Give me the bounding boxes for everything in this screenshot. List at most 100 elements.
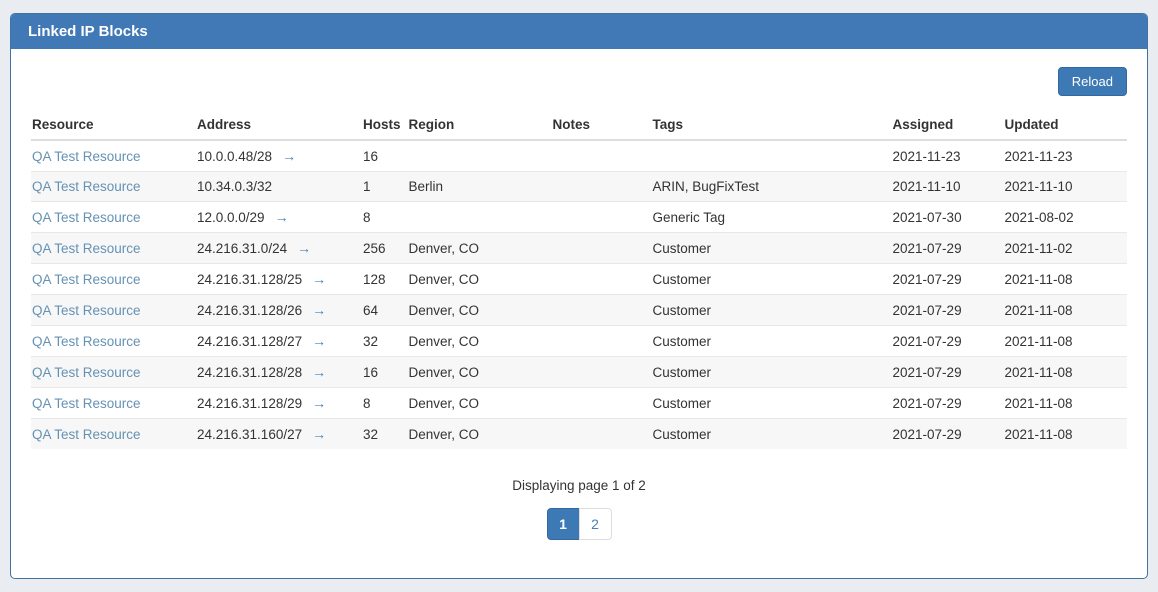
assigned-cell: 2021-07-29 (893, 295, 1005, 326)
table-header: ResourceAddressHostsRegionNotesTagsAssig… (31, 110, 1127, 140)
resource-link[interactable]: QA Test Resource (32, 210, 141, 225)
arrow-right-icon[interactable]: → (312, 271, 326, 287)
table-row: QA Test Resource24.216.31.128/28→16Denve… (31, 357, 1127, 388)
updated-cell: 2021-11-10 (1005, 172, 1127, 202)
region-cell: Denver, CO (409, 419, 553, 450)
address-text: 24.216.31.0/24 (197, 241, 287, 256)
address-cell: 12.0.0.0/29→ (197, 202, 363, 233)
panel-body: Reload ResourceAddressHostsRegionNotesTa… (11, 49, 1147, 578)
column-header-tags: Tags (653, 110, 893, 140)
notes-cell (553, 140, 653, 172)
resource-link[interactable]: QA Test Resource (32, 303, 141, 318)
address-text: 24.216.31.128/29 (197, 396, 302, 411)
hosts-cell: 32 (363, 419, 409, 450)
ip-blocks-table-body: QA Test Resource10.0.0.48/28→162021-11-2… (31, 140, 1127, 449)
ip-blocks-table: ResourceAddressHostsRegionNotesTagsAssig… (31, 110, 1127, 449)
region-cell: Denver, CO (409, 357, 553, 388)
region-cell: Denver, CO (409, 295, 553, 326)
address-text: 24.216.31.128/27 (197, 334, 302, 349)
tags-cell: Customer (653, 233, 893, 264)
hosts-cell: 32 (363, 326, 409, 357)
region-cell: Berlin (409, 172, 553, 202)
hosts-cell: 8 (363, 388, 409, 419)
arrow-right-icon[interactable]: → (282, 148, 296, 164)
tags-cell: Customer (653, 388, 893, 419)
updated-cell: 2021-11-02 (1005, 233, 1127, 264)
notes-cell (553, 202, 653, 233)
resource-link[interactable]: QA Test Resource (32, 149, 141, 164)
region-cell (409, 202, 553, 233)
notes-cell (553, 419, 653, 450)
resource-cell: QA Test Resource (31, 172, 197, 202)
page-button-1[interactable]: 1 (547, 508, 580, 540)
arrow-right-icon[interactable]: → (312, 364, 326, 380)
resource-cell: QA Test Resource (31, 388, 197, 419)
resource-cell: QA Test Resource (31, 140, 197, 172)
updated-cell: 2021-11-08 (1005, 295, 1127, 326)
resource-link[interactable]: QA Test Resource (32, 179, 141, 194)
arrow-right-icon[interactable]: → (275, 209, 289, 225)
address-cell: 24.216.31.128/29 → (197, 388, 363, 419)
panel-title: Linked IP Blocks (11, 14, 1147, 49)
tags-cell: Customer (653, 295, 893, 326)
table-row: QA Test Resource 24.216.31.160/27 → 32Denve… (31, 419, 1127, 450)
updated-cell: 2021-11-08 (1005, 264, 1127, 295)
arrow-right-icon[interactable]: → (312, 426, 326, 442)
updated-cell: 2021-11-08 (1005, 357, 1127, 388)
assigned-cell: 2021-11-23 (893, 140, 1005, 172)
reload-button[interactable]: Reload (1058, 67, 1127, 96)
resource-link[interactable]: QA Test Resource (32, 427, 141, 442)
page-button-2[interactable]: 2 (579, 508, 612, 540)
tags-cell: Customer (653, 419, 893, 450)
resource-link[interactable]: QA Test Resource (32, 365, 141, 380)
assigned-cell: 2021-11-10 (893, 172, 1005, 202)
column-header-assigned: Assigned (893, 110, 1005, 140)
notes-cell (553, 264, 653, 295)
address-text: 24.216.31.128/26 (197, 303, 302, 318)
tags-cell (653, 140, 893, 172)
address-cell: 24.216.31.0/24 → (197, 233, 363, 264)
address-text: 24.216.31.160/27 (197, 427, 302, 442)
arrow-right-icon[interactable]: → (297, 240, 311, 256)
table-row: QA Test Resource 24.216.31.128/29 → 8Denver… (31, 388, 1127, 419)
resource-link[interactable]: QA Test Resource (32, 396, 141, 411)
toolbar: Reload (31, 67, 1127, 96)
assigned-cell: 2021-07-29 (893, 326, 1005, 357)
address-cell: 24.216.31.128/26 → (197, 295, 363, 326)
table-row: QA Test Resource 24.216.31.128/26 → 64Denve… (31, 295, 1127, 326)
column-header-hosts: Hosts (363, 110, 409, 140)
arrow-right-icon[interactable]: → (312, 333, 326, 349)
assigned-cell: 2021-07-30 (893, 202, 1005, 233)
address-cell: 10.34.0.3/32 (197, 172, 363, 202)
resource-cell: QA Test Resource (31, 295, 197, 326)
resource-link[interactable]: QA Test Resource (32, 241, 141, 256)
notes-cell (553, 233, 653, 264)
arrow-right-icon[interactable]: → (312, 395, 326, 411)
tags-cell: Generic Tag (653, 202, 893, 233)
paging-summary: Displaying page 1 of 2 (31, 478, 1127, 493)
hosts-cell: 128 (363, 264, 409, 295)
region-cell: Denver, CO (409, 326, 553, 357)
hosts-cell: 64 (363, 295, 409, 326)
resource-cell: QA Test Resource (31, 202, 197, 233)
column-header-address: Address (197, 110, 363, 140)
arrow-right-icon[interactable]: → (312, 302, 326, 318)
address-text: 10.34.0.3/32 (197, 179, 272, 194)
region-cell: Denver, CO (409, 388, 553, 419)
resource-cell: QA Test Resource (31, 357, 197, 388)
notes-cell (553, 295, 653, 326)
column-header-resource: Resource (31, 110, 197, 140)
region-cell (409, 140, 553, 172)
updated-cell: 2021-11-08 (1005, 326, 1127, 357)
column-header-notes: Notes (553, 110, 653, 140)
assigned-cell: 2021-07-29 (893, 388, 1005, 419)
updated-cell: 2021-08-02 (1005, 202, 1127, 233)
assigned-cell: 2021-07-29 (893, 419, 1005, 450)
resource-link[interactable]: QA Test Resource (32, 272, 141, 287)
notes-cell (553, 172, 653, 202)
hosts-cell: 1 (363, 172, 409, 202)
table-row: QA Test Resource24.216.31.128/25→128Denv… (31, 264, 1127, 295)
address-cell: 24.216.31.128/27 → (197, 326, 363, 357)
resource-link[interactable]: QA Test Resource (32, 334, 141, 349)
table-row: QA Test Resource12.0.0.0/29→8Generic Tag… (31, 202, 1127, 233)
